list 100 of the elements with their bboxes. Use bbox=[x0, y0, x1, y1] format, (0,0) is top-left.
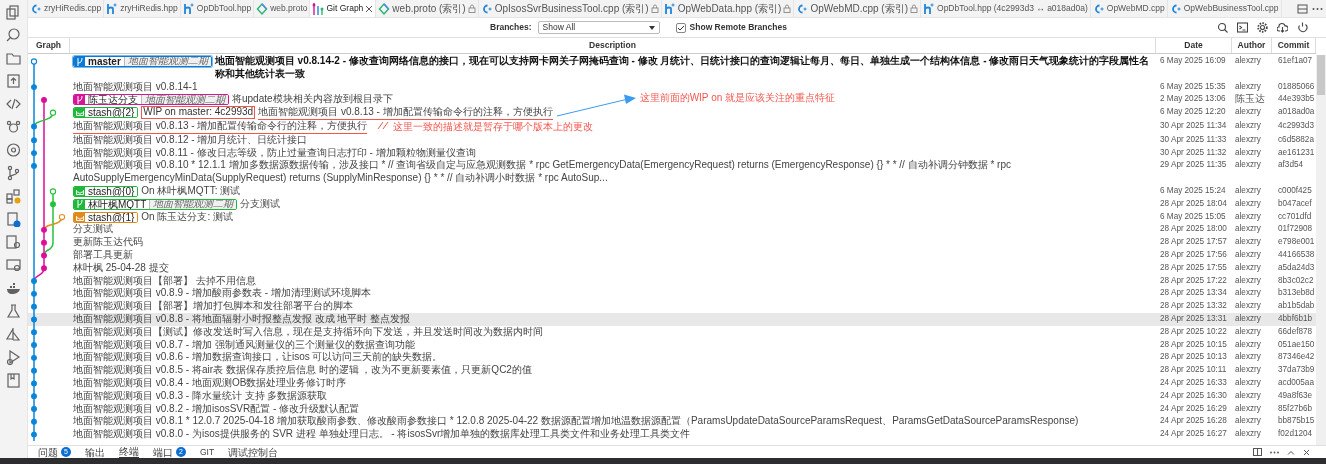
branches-label: Branches: bbox=[490, 21, 532, 34]
commit-hash: 85f27b6b bbox=[1277, 402, 1314, 415]
commit-date: 28 Apr 2025 17:55 bbox=[1159, 261, 1228, 274]
checkbox-label: Show Remote Branches bbox=[689, 21, 787, 34]
commit-hash: acd005aa bbox=[1277, 376, 1315, 389]
commit-author: alexzry bbox=[1234, 261, 1262, 274]
commit-hash: 61ef1a07 bbox=[1277, 55, 1314, 67]
editor-tab[interactable]: OpWebMD.cpp (索引) bbox=[794, 0, 922, 17]
commit-date: 28 Apr 2025 13:31 bbox=[1159, 312, 1228, 325]
editor-tab[interactable]: OpWebBusinessTool.cpp bbox=[1167, 0, 1282, 17]
commit-message: 地面智能观测项目【测试】修改发送时写入信息，现在是支持循环向下发送，并且发送时间改为数据内时间 bbox=[73, 325, 543, 339]
commit-author: alexzry bbox=[1234, 55, 1262, 67]
commit-hash: a5da24d3 bbox=[1277, 261, 1316, 274]
commit-hash: bb875b15 bbox=[1277, 415, 1316, 428]
commit-message: 地面智能观测项目 v0.8.7 - 增加 强制通风测量仪的三个测量仪的数据查询功能 bbox=[73, 338, 415, 351]
commit-message: 部署工具更新 bbox=[73, 248, 133, 262]
commit-date: 24 Apr 2025 16:30 bbox=[1159, 389, 1228, 402]
commit-message: 地面智能观测项目 v0.8.0 - 为isos提供服务的 SVR 进程 单独处理日志。 - 将isosSvr增加单独的数据库处理工具类文件和业务处理工具类文件 bbox=[73, 428, 691, 441]
commit-author: alexzry bbox=[1234, 402, 1262, 415]
editor-tab[interactable]: zryHiRedis.hpp bbox=[104, 0, 181, 17]
editor-tab[interactable]: OpWebData.hpp (索引) bbox=[661, 0, 795, 17]
commit-message: 地面智能观测项目 v0.8.14-2 - 修改查询网络信息的接口，现在可以支持网卡网关子网掩码查询 - 修改 月统计、日统计接口的查询逻辑让每月、每日、单独生成一个结构体信息 - 修改雨日天气现象统计的字段属性名称和其他统计表一致 bbox=[214, 55, 1151, 81]
commit-author: alexzry bbox=[1234, 364, 1262, 377]
commit-author: alexzry bbox=[1234, 415, 1262, 428]
commit-hash: 44e393b5 bbox=[1277, 93, 1316, 106]
commit-author: alexzry bbox=[1234, 248, 1262, 261]
commit-message: 地面智能观测项目 v0.8.10 * 12.1.1 增加多数据源数据传输，涉及接口 * // 查询省级自定与应急观测数据 * rpc GetEmergencyData(EmergencyRequest) returns (EmergencyResponse) {} * * // 自动补调分钟数据 * rpc AutoSupplyEmergencyMinData(SupplyRequest) returns (SupplyMinResponse) {} * * // 自动补调小时数据 * rpc AutoSup... bbox=[73, 159, 1012, 185]
commit-hash: 49a8f63e bbox=[1277, 389, 1314, 402]
commit-message: On 林叶枫MQTT: 测试 bbox=[141, 184, 241, 198]
commit-date: 28 Apr 2025 10:13 bbox=[1159, 351, 1228, 364]
column-header[interactable]: Commit bbox=[1277, 39, 1310, 52]
commit-date: 28 Apr 2025 10:11 bbox=[1159, 364, 1228, 377]
commit-date: 28 Apr 2025 18:00 bbox=[1159, 223, 1228, 236]
commit-author: alexzry bbox=[1234, 274, 1262, 287]
commit-date: 28 Apr 2025 10:15 bbox=[1159, 338, 1228, 351]
column-header[interactable]: Author bbox=[1237, 39, 1266, 52]
selected-row[interactable]: 地面智能观测项目 v0.8.8 - 将地面辐射小时报整点发报 改成 地平时 整点发报 28 Apr 2025 13:31 alexzry 4bbf6b1b bbox=[28, 312, 1316, 326]
commit-author: alexzry bbox=[1234, 106, 1262, 119]
commit-date: 30 Apr 2025 11:33 bbox=[1159, 133, 1228, 146]
commit-message: 分支测试 bbox=[73, 223, 113, 236]
commit-author: alexzry bbox=[1234, 184, 1262, 197]
commit-hash: 87346e42 bbox=[1277, 351, 1316, 364]
commit-message: 地面智能观测项目 v0.8.13 - 增加配置传输命令行的注释，方便执行 bbox=[258, 106, 553, 120]
panel-tab[interactable]: 调试控制台 bbox=[228, 446, 279, 458]
commit-author: alexzry bbox=[1234, 120, 1262, 132]
commit-date: 24 Apr 2025 16:28 bbox=[1159, 415, 1228, 428]
commit-hash: c000f425 bbox=[1277, 184, 1313, 197]
commit-author: alexzry bbox=[1234, 210, 1262, 223]
commit-date: 28 Apr 2025 17:22 bbox=[1159, 274, 1228, 287]
commit-message: 地面智能观测项目 v0.8.2 - 增加isosSVR配置 - 修改升级默认配置 bbox=[73, 402, 360, 415]
commit-author: alexzry bbox=[1234, 338, 1262, 351]
commit-hash: c6d5882a bbox=[1277, 133, 1315, 146]
commit-hash: b313eb8d bbox=[1277, 287, 1316, 300]
commit-hash: 01885066 bbox=[1277, 80, 1316, 93]
commit-date: 6 May 2025 15:05 bbox=[1159, 210, 1227, 223]
commit-author: alexzry bbox=[1234, 223, 1262, 236]
editor-tab[interactable]: OpDbTool.hpp (4c2993d3 ↔ a018ad0a) bbox=[921, 0, 1091, 17]
commit-author: alexzry bbox=[1234, 376, 1262, 389]
commit-message: 地面智能观测项目 v0.8.6 - 增加数据查询接口，让isos 可以访问三天前的缺失数据。 bbox=[73, 351, 443, 364]
commit-message: 地面智能观测项目 v0.8.4 - 地面观测OB数据处理业务修订时序 bbox=[73, 376, 347, 390]
editor-tab[interactable]: web.proto (索引) bbox=[376, 0, 479, 17]
commit-date: 28 Apr 2025 13:34 bbox=[1159, 287, 1228, 300]
commit-date: 2 May 2025 13:06 bbox=[1159, 93, 1227, 106]
commit-message: 地面智能观测项目 v0.8.11 - 修改日志等级，防止过量查询日志打印 - 增加颗粒物测量仪查询 bbox=[73, 146, 476, 159]
commit-date: 6 May 2025 15:35 bbox=[1159, 80, 1227, 93]
column-header[interactable]: Graph bbox=[36, 39, 61, 52]
commit-message: 地面智能观测项目 v0.8.9 - 增加酸雨参数表 - 增加清理测试环境脚本 bbox=[73, 287, 371, 300]
commit-hash: 4bbf6b1b bbox=[1277, 312, 1314, 325]
commit-date: 6 May 2025 16:09 bbox=[1159, 55, 1227, 67]
commit-hash: a018ad0a bbox=[1277, 106, 1316, 119]
branches-dropdown[interactable]: Show All bbox=[537, 21, 660, 34]
column-header[interactable]: Date bbox=[1184, 39, 1203, 52]
commit-hash: 66def878 bbox=[1277, 325, 1314, 338]
commit-author: alexzry bbox=[1234, 287, 1262, 300]
commit-hash: af3d54 bbox=[1277, 159, 1305, 172]
editor-tab[interactable]: OpDbTool.hpp bbox=[180, 0, 255, 17]
commit-date: 30 Apr 2025 11:34 bbox=[1159, 120, 1228, 132]
commit-hash: 051ae150 bbox=[1277, 338, 1316, 351]
commit-author: alexzry bbox=[1234, 159, 1262, 172]
commit-hash: 4c2993d3 bbox=[1277, 120, 1315, 132]
editor-tab[interactable]: zryHiRedis.cpp bbox=[28, 0, 105, 17]
commit-message: On 陈玉达分支: 测试 bbox=[141, 210, 233, 224]
column-header[interactable]: Description bbox=[589, 39, 636, 52]
panel-tab[interactable]: GIT bbox=[200, 446, 215, 458]
editor-tab[interactable]: Git Graph bbox=[310, 0, 377, 17]
commit-date: 28 Apr 2025 18:04 bbox=[1159, 197, 1228, 210]
annotation-note: 这里一致的描述就是暂存于哪个版本上的更改 bbox=[393, 121, 594, 134]
commit-message: 地面智能观测项目 v0.8.13 - 增加配置传输命令行的注释，方便执行 bbox=[73, 120, 368, 134]
editor-tab[interactable]: OpIsosSvrBusinessTool.cpp (索引) bbox=[478, 0, 662, 17]
commit-author: alexzry bbox=[1234, 146, 1262, 159]
panel-tab[interactable]: 输出 bbox=[85, 446, 105, 458]
commit-date: 28 Apr 2025 17:57 bbox=[1159, 236, 1228, 249]
commit-date: 28 Apr 2025 17:56 bbox=[1159, 248, 1228, 261]
commit-date: 6 May 2025 15:24 bbox=[1159, 184, 1227, 197]
editor-tab[interactable]: OpWebMD.cpp bbox=[1090, 0, 1168, 17]
commit-date: 29 Apr 2025 11:35 bbox=[1159, 159, 1228, 172]
commit-message: 地面智能观测项目【部署】 去掉不用信息 bbox=[73, 274, 256, 287]
ref-name: 林叶枫MQTT bbox=[85, 199, 150, 209]
commit-message: 地面智能观测项目 v0.8.8 - 将地面辐射小时报整点发报 改成 地平时 整点发报 bbox=[73, 312, 411, 326]
ref-name: master bbox=[85, 57, 124, 66]
